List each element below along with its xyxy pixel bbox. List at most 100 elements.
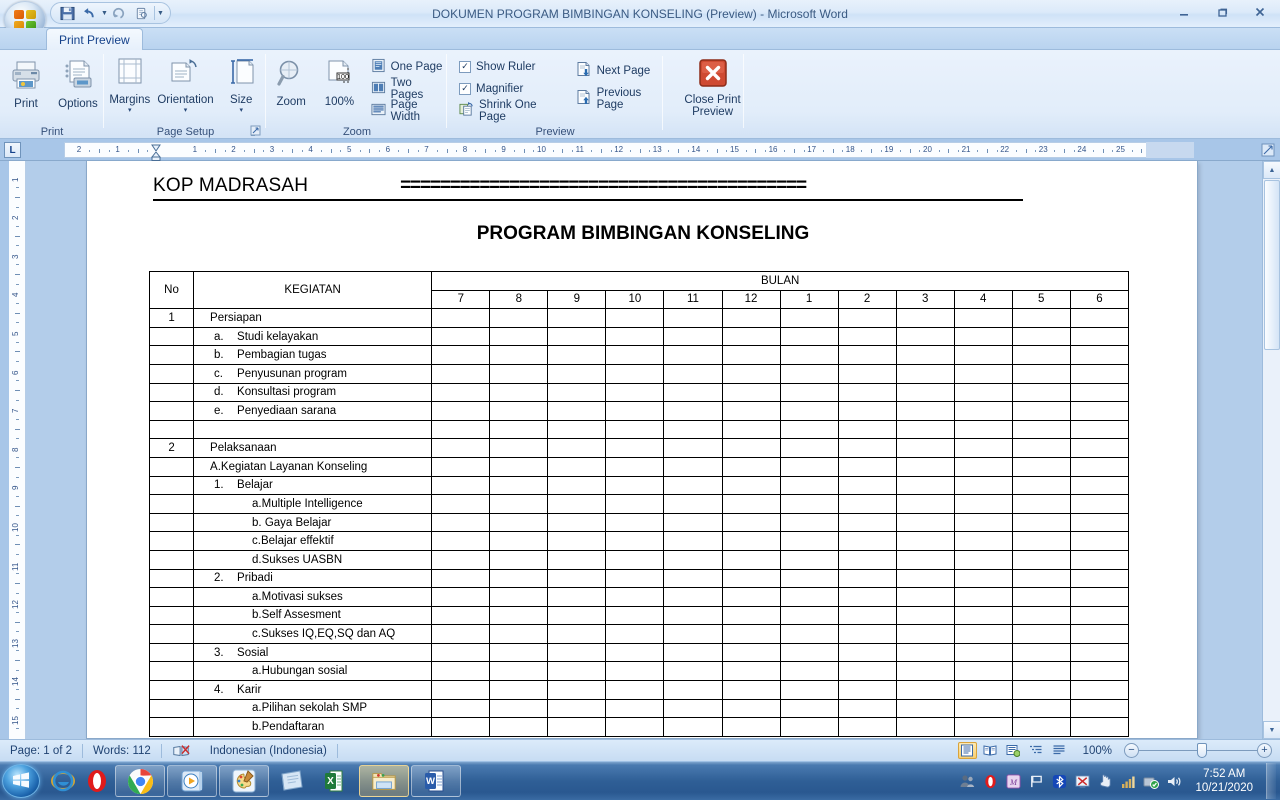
zoom-out-button[interactable]: − [1124, 743, 1139, 758]
taskbar-windows-explorer[interactable] [359, 765, 409, 797]
vertical-ruler-tick [16, 187, 19, 189]
start-button[interactable] [2, 764, 40, 798]
taskbar-notepad[interactable] [270, 764, 314, 798]
table-row: c.Belajar effektif [148, 531, 1130, 551]
zoom-button[interactable]: Zoom [267, 52, 315, 108]
orientation-button[interactable]: Orientation ▾ [155, 52, 217, 115]
spelling-check-icon[interactable] [162, 740, 200, 762]
ruler-corner-icon[interactable] [1260, 142, 1276, 158]
previous-page-button[interactable]: Previous Page [573, 87, 660, 111]
cell-month-4 [953, 382, 1013, 403]
view-draft-icon[interactable] [1050, 742, 1069, 759]
horizontal-ruler[interactable]: L 2 1 1 2 3 4 5 6 7 8 9 10 11 12 13 14 15 16 17 18 19 20 21 22 2… [0, 139, 1280, 161]
tray-action-center-flag-icon[interactable] [1028, 773, 1044, 789]
taskbar-media-player[interactable] [167, 765, 217, 797]
cell-text: a.Motivasi sukses [252, 590, 343, 603]
close-button[interactable] [1246, 2, 1274, 22]
zoom-slider[interactable]: − + [1124, 743, 1272, 758]
tray-pointer-icon[interactable] [1097, 773, 1113, 789]
first-line-indent-marker[interactable] [151, 141, 161, 152]
restore-button[interactable] [1208, 2, 1236, 22]
taskbar-internet-explorer[interactable] [46, 764, 80, 798]
tab-print-preview[interactable]: Print Preview [46, 28, 143, 50]
vertical-scrollbar[interactable]: ▲ ▼ [1262, 161, 1280, 739]
options-button[interactable]: Options [52, 52, 104, 110]
view-web-layout-icon[interactable] [1004, 742, 1023, 759]
cell-text: A.Kegiatan Layanan Konseling [210, 460, 368, 473]
show-ruler-checkbox[interactable]: ✓ Show Ruler [456, 56, 553, 77]
zoom-slider-track[interactable] [1139, 743, 1257, 758]
page-setup-dialog-launcher-icon[interactable] [250, 125, 262, 137]
tray-user-accounts-icon[interactable] [959, 773, 975, 789]
cell-month-5 [1011, 363, 1071, 384]
status-words[interactable]: Words: 112 [83, 740, 161, 762]
tray-bluetooth-icon[interactable] [1051, 773, 1067, 789]
cell-month-1 [779, 568, 839, 589]
redo-icon[interactable] [110, 4, 130, 22]
month-header-5: 5 [1011, 289, 1071, 310]
size-button-label: Size [230, 94, 253, 106]
view-full-screen-reading-icon[interactable] [981, 742, 1000, 759]
scrollbar-thumb[interactable] [1264, 180, 1280, 350]
tray-x-app-icon[interactable] [1074, 773, 1090, 789]
tray-volume-speaker-icon[interactable] [1166, 773, 1182, 789]
taskbar-google-chrome[interactable] [115, 765, 165, 797]
tab-selector-button[interactable]: L [4, 142, 21, 158]
show-desktop-button[interactable] [1266, 763, 1276, 799]
orientation-chevron-down-icon[interactable]: ▾ [184, 107, 188, 115]
zoom-in-button[interactable]: + [1257, 743, 1272, 758]
tray-opera-icon[interactable] [982, 773, 998, 789]
vertical-ruler[interactable]: 1 2 3 4 5 6 7 8 9 10 11 12 13 14 15 [0, 161, 26, 739]
minimize-button[interactable] [1170, 2, 1198, 22]
cell-month-9 [547, 438, 607, 458]
print-preview-icon[interactable] [132, 4, 152, 22]
ruler-band[interactable]: 2 1 1 2 3 4 5 6 7 8 9 10 11 12 13 14 15 16 17 18 19 20 21 22 23 2… [64, 142, 1194, 158]
view-outline-icon[interactable] [1027, 742, 1046, 759]
ruler-number: 24 [1077, 145, 1087, 154]
taskbar-microsoft-word[interactable]: W [411, 765, 461, 797]
taskbar-excel[interactable]: X [314, 764, 358, 798]
taskbar-paint[interactable] [219, 765, 269, 797]
cell-month-6 [1069, 494, 1130, 514]
margins-button[interactable]: Margins ▾ [105, 52, 155, 115]
tray-battery-icon[interactable] [1143, 773, 1160, 789]
page-width-button[interactable]: Page Width [368, 99, 447, 123]
previous-page-icon [576, 89, 592, 108]
hanging-indent-marker[interactable] [150, 150, 162, 161]
document-canvas[interactable]: KOP MADRASAH ===========================… [26, 161, 1262, 739]
status-language[interactable]: Indonesian (Indonesia) [200, 740, 337, 762]
zoom-100-button[interactable]: 100 100% [315, 52, 363, 108]
close-print-preview-button[interactable]: Close Print Preview [681, 52, 744, 118]
taskbar-opera[interactable] [80, 764, 114, 798]
taskbar-clock[interactable]: 7:52 AM 10/21/2020 [1189, 767, 1259, 795]
tray-idm-icon[interactable]: M [1005, 773, 1021, 789]
zoom-level-label[interactable]: 100% [1073, 740, 1120, 762]
magnifier-checkbox[interactable]: ✓ Magnifier [456, 78, 553, 99]
cell-month-2 [837, 419, 897, 440]
save-icon[interactable] [57, 4, 77, 22]
margins-chevron-down-icon[interactable]: ▾ [128, 107, 132, 115]
cell-no [148, 363, 195, 384]
scroll-up-arrow-icon[interactable]: ▲ [1263, 161, 1280, 179]
undo-dropdown-chevron-down-icon[interactable]: ▼ [101, 10, 108, 17]
cell-month-5 [1011, 605, 1071, 626]
ruler-tick [446, 149, 448, 153]
document-page[interactable]: KOP MADRASAH ===========================… [86, 161, 1198, 739]
status-page[interactable]: Page: 1 of 2 [0, 740, 82, 762]
zoom-slider-thumb[interactable] [1197, 743, 1207, 758]
customize-qat-icon[interactable]: ▼ [157, 10, 164, 17]
view-print-layout-icon[interactable] [957, 742, 977, 759]
scroll-down-arrow-icon[interactable]: ▼ [1263, 721, 1280, 739]
print-button[interactable]: Print [0, 52, 52, 110]
size-chevron-down-icon[interactable]: ▾ [239, 107, 243, 115]
undo-icon[interactable] [79, 4, 99, 22]
next-page-button[interactable]: Next Page [573, 60, 660, 81]
size-button[interactable]: Size ▾ [216, 52, 266, 115]
cell-month-8 [489, 605, 549, 626]
tray-network-signal-icon[interactable] [1120, 773, 1136, 789]
close-print-preview-label-2: Preview [692, 106, 733, 118]
cell-kegiatan: Persiapan [193, 308, 433, 328]
one-page-button[interactable]: One Page [368, 56, 447, 77]
shrink-one-page-button[interactable]: Shrink One Page [456, 99, 553, 123]
two-pages-button[interactable]: Two Pages [368, 77, 447, 101]
